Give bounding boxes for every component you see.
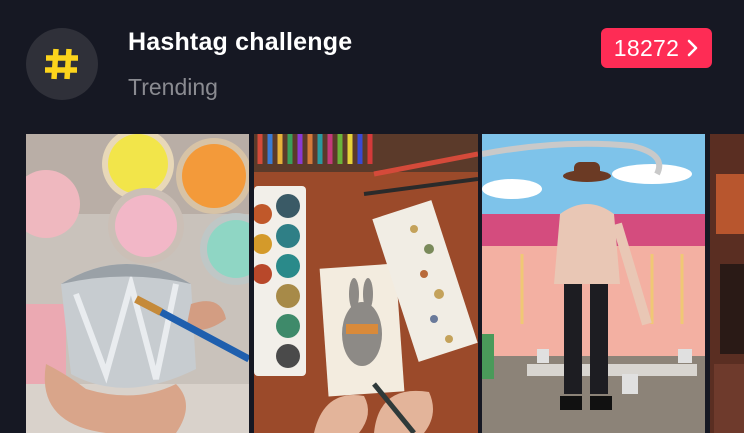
challenge-subtitle: Trending: [128, 74, 218, 100]
video-thumbnail-3[interactable]: [482, 134, 705, 433]
hashtag-avatar: [26, 28, 98, 100]
challenge-title: Hashtag challenge: [128, 28, 353, 56]
hashtag-icon: [45, 48, 78, 80]
video-thumbnail-4[interactable]: [710, 134, 744, 433]
video-thumbnail-1[interactable]: [26, 134, 249, 433]
view-count: 18272: [613, 34, 680, 61]
video-thumbnails: [26, 134, 744, 433]
view-count-button[interactable]: 18272: [601, 28, 712, 68]
hashtag-challenge-card[interactable]: Hashtag challenge Trending 18272: [0, 0, 744, 433]
video-thumbnail-2[interactable]: [254, 134, 478, 433]
chevron-right-icon: [687, 39, 698, 57]
